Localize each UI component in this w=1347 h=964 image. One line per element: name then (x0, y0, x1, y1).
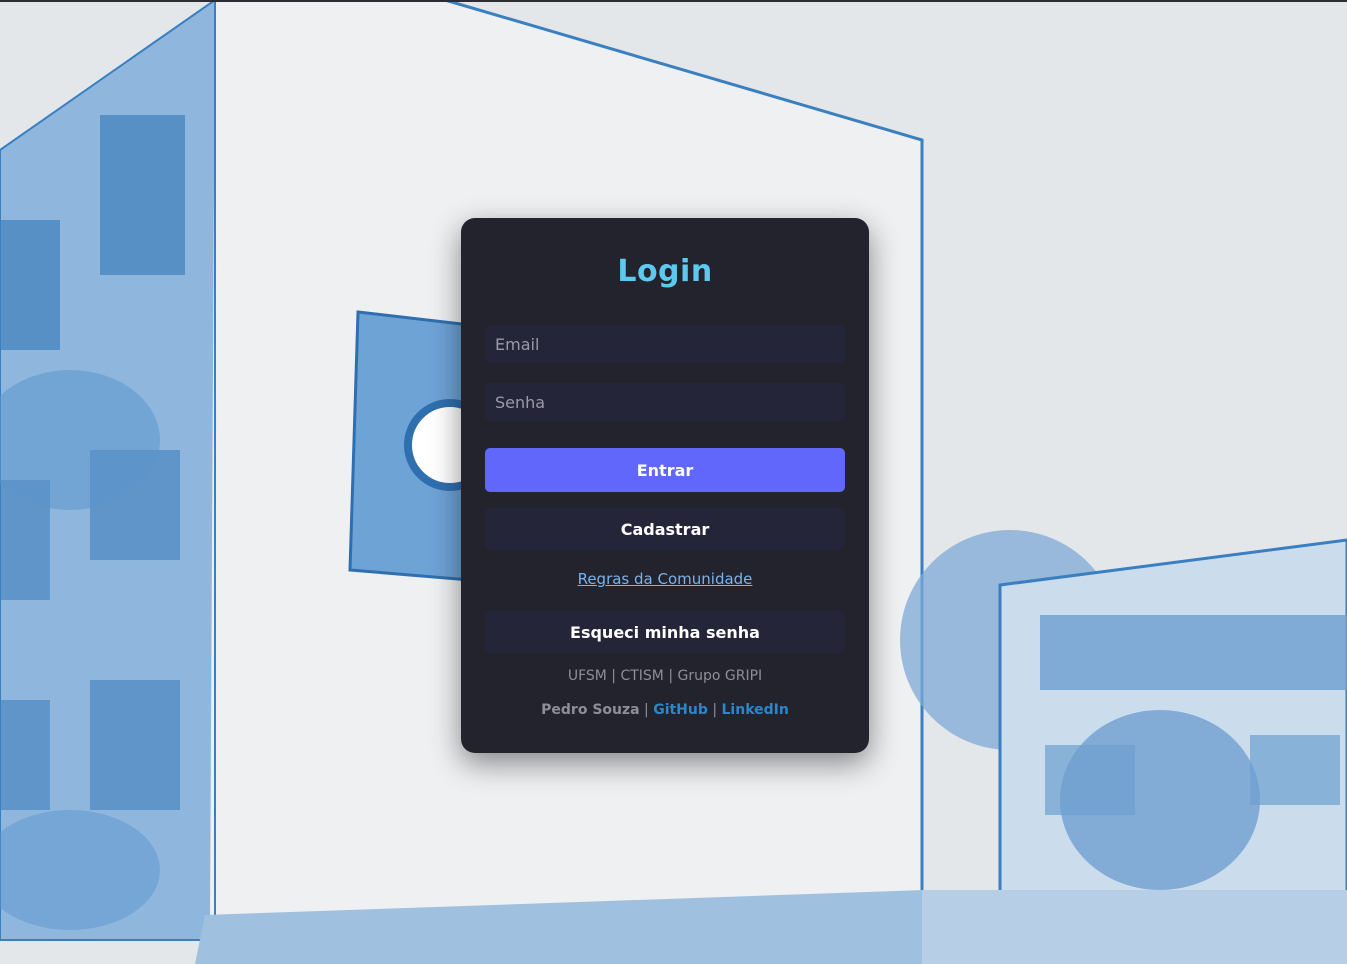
forgot-password-button[interactable]: Esqueci minha senha (485, 611, 845, 653)
top-border (0, 0, 1347, 2)
password-input[interactable] (485, 383, 845, 421)
login-title: Login (617, 254, 713, 289)
linkedin-link[interactable]: LinkedIn (722, 702, 789, 718)
email-input[interactable] (485, 325, 845, 363)
login-card: Login Entrar Cadastrar Regras da Comunid… (461, 218, 869, 753)
separator: | (712, 702, 718, 718)
org-credits: UFSM | CTISM | Grupo GRIPI (567, 668, 763, 684)
login-button[interactable]: Entrar (485, 448, 845, 492)
author-name: Pedro Souza (541, 702, 640, 718)
register-button[interactable]: Cadastrar (485, 508, 845, 550)
github-link[interactable]: GitHub (653, 702, 708, 718)
author-credits: Pedro Souza | GitHub | LinkedIn (461, 702, 869, 718)
community-rules-link[interactable]: Regras da Comunidade (461, 570, 869, 588)
separator: | (644, 702, 649, 718)
